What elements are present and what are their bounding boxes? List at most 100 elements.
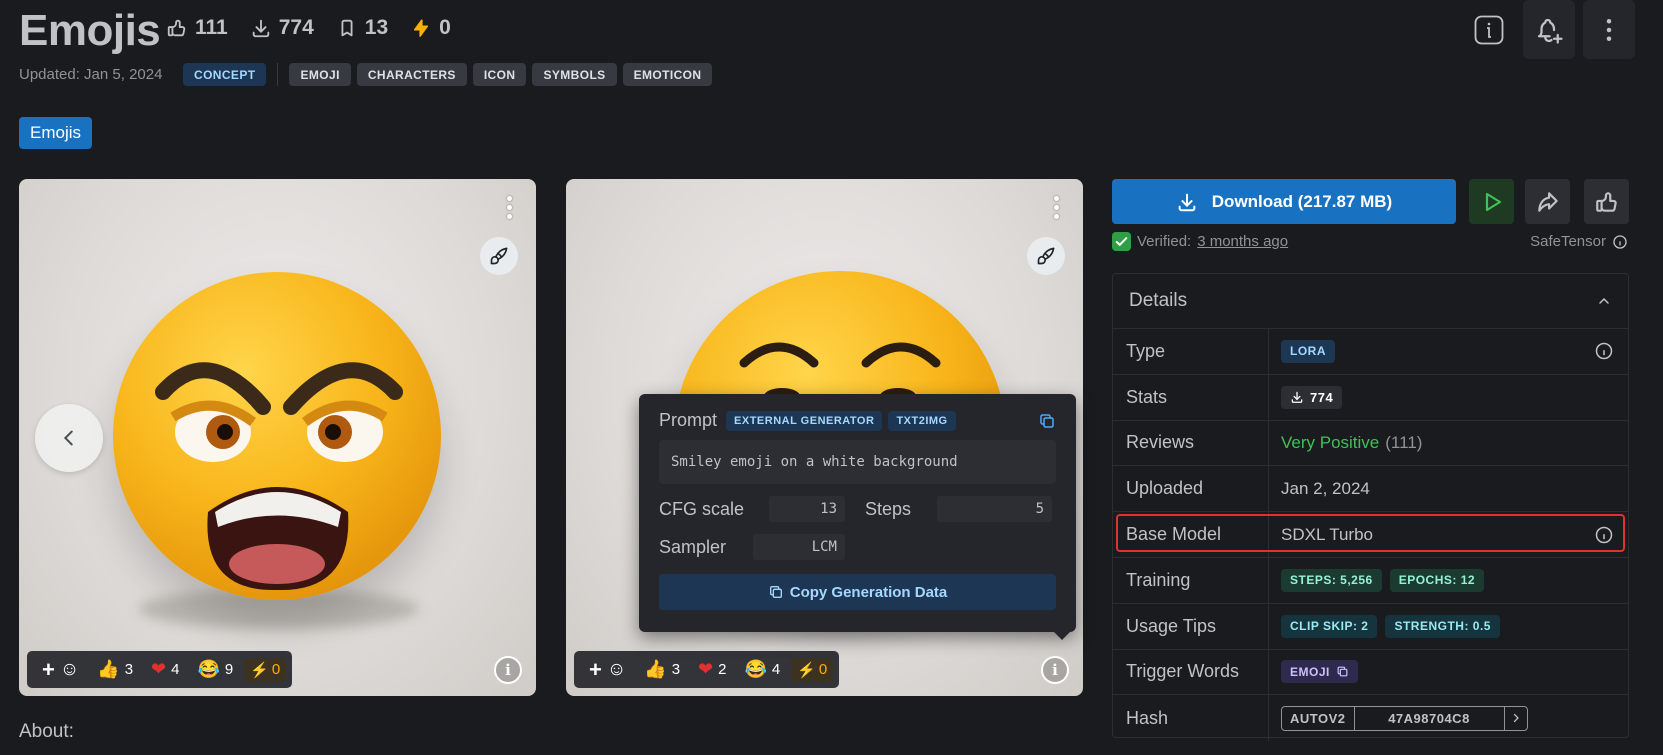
angry-emoji-image	[113, 272, 441, 600]
download-icon	[1291, 391, 1303, 404]
type-badge: LORA	[1281, 339, 1335, 363]
about-heading: About:	[19, 721, 74, 742]
stats-label: Stats	[1113, 374, 1269, 420]
notify-button[interactable]	[1523, 0, 1575, 59]
thumbs-up-emoji-icon: 👍	[97, 659, 120, 679]
clip-skip-badge: CLIP SKIP: 2	[1281, 614, 1378, 638]
review-rating-link[interactable]: Very Positive	[1281, 433, 1379, 453]
run-model-button[interactable]	[1469, 179, 1514, 224]
trigger-word-badge[interactable]: EMOJI	[1281, 660, 1358, 684]
share-button[interactable]	[1525, 179, 1570, 224]
reviews-label: Reviews	[1113, 420, 1269, 466]
trigger-words-label: Trigger Words	[1113, 649, 1269, 695]
tip-buzz-button[interactable]: ⚡ 0	[791, 657, 834, 682]
training-label: Training	[1113, 557, 1269, 603]
reaction-thumbs-up[interactable]: 👍 3	[90, 659, 140, 680]
verified-status: Verified: 3 months ago	[1112, 232, 1288, 251]
download-icon	[1178, 193, 1196, 211]
smiley-icon: ☺	[59, 658, 80, 680]
laugh-emoji-icon: 😂	[744, 659, 767, 679]
info-icon: i	[505, 661, 511, 679]
chevron-up-icon	[1599, 297, 1609, 304]
verified-date-link[interactable]: 3 months ago	[1197, 233, 1288, 250]
steps-label: Steps	[865, 498, 912, 519]
tag-characters[interactable]: CHARACTERS	[356, 63, 467, 86]
chevron-left-icon	[63, 430, 73, 446]
heart-emoji-icon: ❤	[698, 659, 714, 679]
reaction-heart[interactable]: ❤ 4	[144, 659, 186, 680]
hash-type-select[interactable]: AUTOV2	[1282, 706, 1355, 730]
hash-next-button[interactable]	[1505, 707, 1527, 730]
download-button[interactable]: Download (217.87 MB)	[1112, 179, 1456, 224]
tag-emoji[interactable]: EMOJI	[289, 63, 351, 86]
tag-emoticon[interactable]: EMOTICON	[622, 63, 713, 86]
details-header[interactable]: Details	[1113, 274, 1628, 329]
share-icon	[1537, 191, 1558, 212]
like-button[interactable]	[1584, 179, 1629, 224]
image-menu-button[interactable]	[497, 189, 521, 225]
file-format: SafeTensor	[1530, 233, 1628, 250]
details-row-uploaded: Uploaded Jan 2, 2024	[1113, 466, 1628, 513]
info-icon[interactable]	[1594, 341, 1614, 361]
tag-icon[interactable]: ICON	[472, 63, 527, 86]
remix-button[interactable]	[1027, 237, 1065, 275]
reaction-thumbs-up[interactable]: 👍 3	[637, 659, 687, 680]
hash-box: AUTOV2 47A98704C8	[1281, 705, 1528, 731]
add-reaction-button[interactable]: + ☺	[582, 657, 633, 683]
bolt-icon: ⚡	[797, 661, 816, 679]
copy-icon	[769, 586, 782, 598]
smiley-icon: ☺	[606, 658, 627, 680]
tag-symbols[interactable]: SYMBOLS	[532, 63, 617, 86]
cfg-label: CFG scale	[659, 498, 745, 519]
details-title: Details	[1129, 290, 1188, 311]
details-row-reviews: Reviews Very Positive (111)	[1113, 420, 1628, 467]
remix-button[interactable]	[480, 237, 518, 275]
brush-icon	[490, 247, 508, 265]
reaction-heart[interactable]: ❤ 2	[691, 659, 733, 680]
training-steps-badge: STEPS: 5,256	[1281, 568, 1382, 592]
file-format-label: SafeTensor	[1530, 233, 1606, 250]
uploaded-label: Uploaded	[1113, 466, 1269, 512]
image-info-button[interactable]: i	[1041, 656, 1069, 684]
info-icon[interactable]	[1594, 525, 1614, 545]
info-icon[interactable]	[1612, 234, 1628, 250]
downloads-count: 774	[278, 16, 314, 39]
add-reaction-button[interactable]: + ☺	[35, 657, 86, 683]
info-icon	[1474, 15, 1504, 44]
downloads-badge: 774	[1281, 385, 1343, 409]
image-menu-button[interactable]	[1044, 189, 1068, 225]
tip-buzz-button[interactable]: ⚡ 0	[244, 657, 287, 682]
usage-tips-label: Usage Tips	[1113, 603, 1269, 649]
download-label: Download (217.87 MB)	[1211, 191, 1393, 211]
heart-emoji-icon: ❤	[151, 659, 167, 679]
hash-value[interactable]: 47A98704C8	[1355, 706, 1505, 730]
details-row-type: Type LORA	[1113, 329, 1628, 375]
reaction-bar: + ☺ 👍 3 ❤ 4 😂 9 ⚡ 0	[27, 651, 293, 688]
reaction-laugh[interactable]: 😂 4	[737, 659, 787, 680]
copy-prompt-icon[interactable]	[1038, 412, 1056, 430]
reaction-bar: + ☺ 👍 3 ❤ 2 😂 4 ⚡ 0	[574, 651, 840, 688]
likes-stat: 111	[166, 16, 228, 40]
tag-divider	[277, 63, 279, 86]
category-tag[interactable]: CONCEPT	[183, 63, 267, 86]
cfg-value: 13	[769, 496, 845, 522]
reaction-laugh[interactable]: 😂 9	[190, 659, 240, 680]
details-row-base-model: Base Model SDXL Turbo	[1113, 512, 1628, 558]
gallery-image-1[interactable]: + ☺ 👍 3 ❤ 4 😂 9 ⚡ 0 i	[19, 179, 536, 696]
previous-image-button[interactable]	[35, 404, 103, 472]
copy-icon	[1337, 667, 1348, 677]
info-button[interactable]	[1463, 0, 1515, 59]
trigger-word-text: EMOJI	[1290, 664, 1330, 679]
details-row-usage-tips: Usage Tips CLIP SKIP: 2 STRENGTH: 0.5	[1113, 603, 1628, 650]
details-panel: Details Type LORA Stats 774 Reviews Very…	[1112, 273, 1629, 742]
laugh-emoji-icon: 😂	[197, 659, 220, 679]
copy-generation-data-button[interactable]: Copy Generation Data	[659, 574, 1056, 610]
external-generator-badge: EXTERNAL GENERATOR	[726, 410, 883, 431]
type-label: Type	[1113, 329, 1269, 374]
more-options-button[interactable]	[1583, 0, 1635, 59]
bolt-icon: ⚡	[250, 661, 269, 679]
image-info-button[interactable]: i	[494, 656, 522, 684]
buzz-stat: 0	[410, 16, 451, 40]
trigger-chip[interactable]: Emojis	[19, 117, 93, 149]
likes-count: 111	[195, 16, 228, 39]
